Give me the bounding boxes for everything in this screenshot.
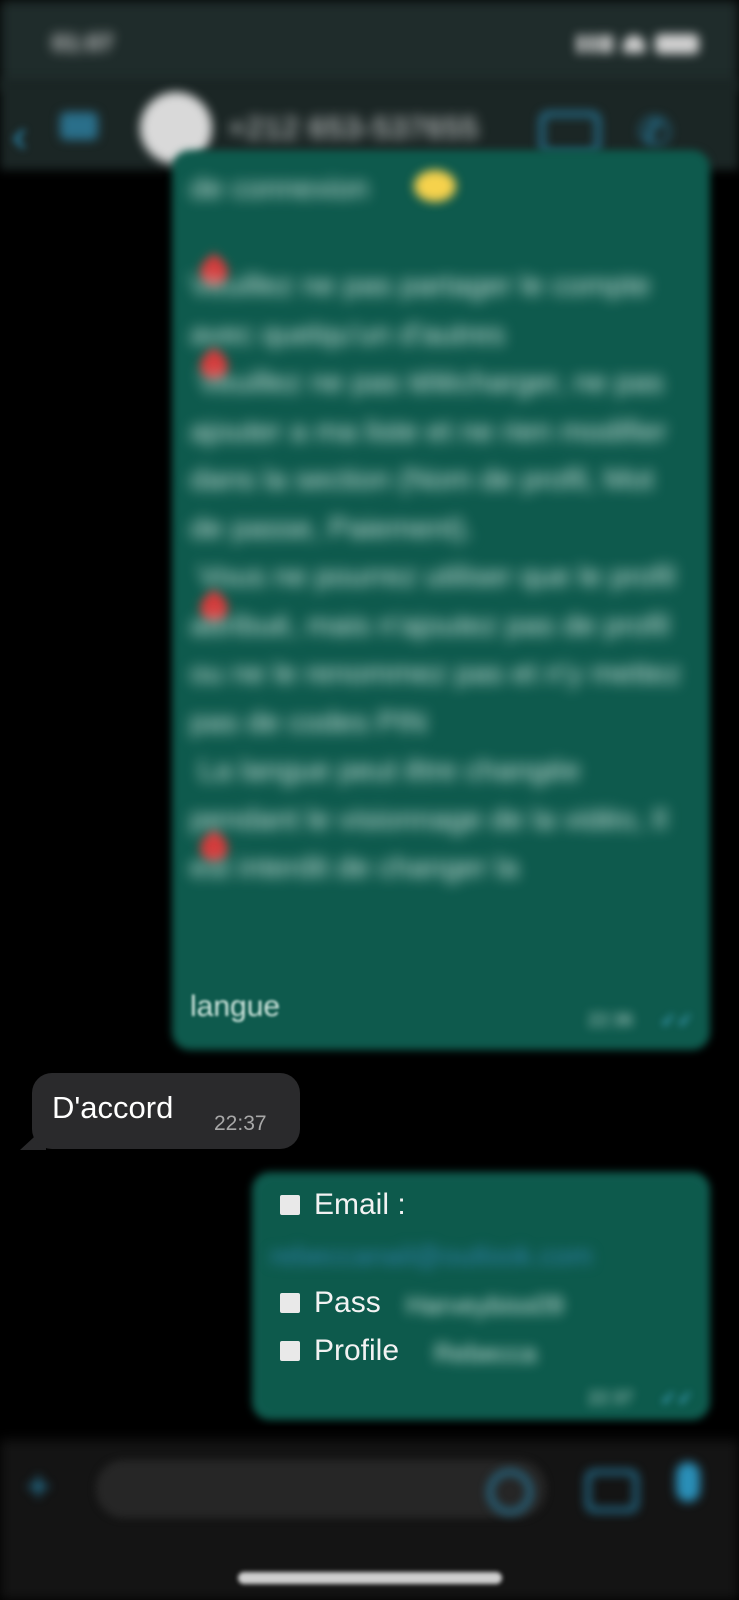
email-label: Email :	[314, 1188, 406, 1221]
message-time: 22:36	[588, 1010, 634, 1030]
back-chevron-icon[interactable]: ‹	[12, 108, 27, 162]
contact-name[interactable]: +212 653-537655	[228, 112, 479, 146]
sticker-icon[interactable]	[488, 1470, 532, 1514]
outgoing-message-text: de connexion Veuillez ne pas partager le…	[190, 172, 681, 884]
square-bullet-icon	[280, 1195, 300, 1215]
unread-count-badge[interactable]	[60, 112, 98, 140]
wifi-icon	[623, 35, 645, 53]
pass-label: Pass	[314, 1286, 381, 1319]
pass-value: Harveybiss09	[406, 1290, 564, 1320]
microphone-icon[interactable]	[676, 1462, 700, 1502]
email-row: Email :	[280, 1188, 406, 1222]
camera-icon[interactable]	[586, 1470, 638, 1512]
square-bullet-icon	[280, 1341, 300, 1361]
outgoing-message-last-word: langue	[190, 990, 281, 1023]
signal-icon	[577, 35, 613, 53]
profile-row: Profile	[280, 1334, 399, 1368]
chat-screen: 01:07 ‹ +212 653-537655 ✆ de connexion V…	[0, 0, 739, 1600]
email-value-link[interactable]: rebeccanail@outlook.com	[270, 1240, 593, 1272]
incoming-message-text: D'accord	[52, 1090, 174, 1125]
message-time: 22:37	[214, 1112, 267, 1135]
profile-value: Rebecca	[434, 1338, 537, 1368]
video-call-icon[interactable]	[540, 112, 600, 154]
plus-icon[interactable]: +	[26, 1462, 51, 1510]
battery-icon	[655, 34, 699, 54]
message-time: 22:37	[588, 1388, 634, 1408]
status-time: 01:07	[52, 30, 114, 57]
message-input[interactable]	[96, 1460, 546, 1518]
read-receipt-icon: ✓✓	[660, 1388, 694, 1410]
status-icons	[577, 34, 699, 54]
read-receipt-icon: ✓✓	[660, 1010, 694, 1032]
pass-row: Pass	[280, 1286, 381, 1320]
profile-label: Profile	[314, 1334, 400, 1367]
square-bullet-icon	[280, 1293, 300, 1313]
home-indicator[interactable]	[238, 1572, 502, 1584]
